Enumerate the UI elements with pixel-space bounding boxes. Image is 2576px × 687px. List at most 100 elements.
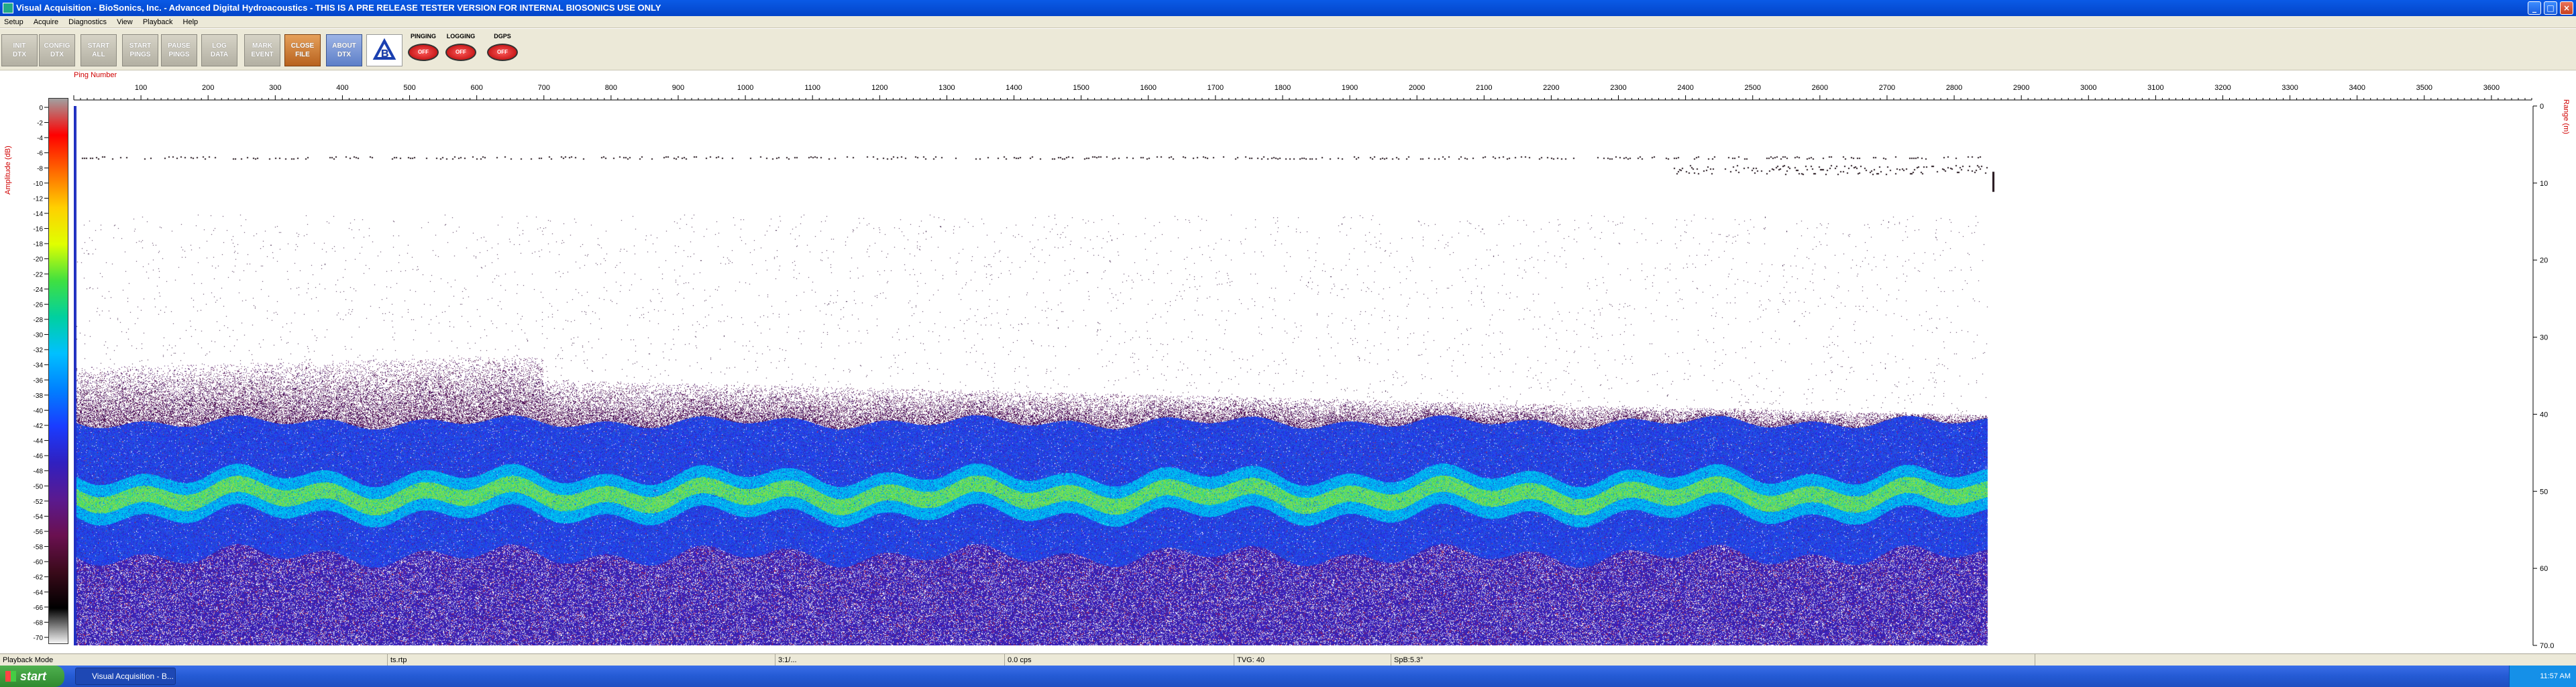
- ping-tick-label: 3200: [2214, 84, 2231, 92]
- ping-tick-label: 3400: [2349, 84, 2365, 92]
- taskbar-app-visual-acquisition[interactable]: Visual Acquisition - B...: [75, 668, 176, 685]
- log-data-button[interactable]: LOG DATA: [201, 34, 237, 66]
- amplitude-tick-label: -18: [34, 241, 44, 248]
- ping-tick-label: 3100: [2147, 84, 2163, 92]
- ping-tick-label: 3500: [2416, 84, 2432, 92]
- echogram-display[interactable]: [74, 106, 2532, 645]
- menu-playback[interactable]: Playback: [139, 16, 177, 28]
- range-axis: 0 10 20 30 40 50 60 70.0: [2532, 103, 2554, 648]
- amplitude-tick-label: -46: [34, 453, 44, 460]
- ping-tick-label: 2700: [1879, 84, 1895, 92]
- amplitude-tick-label: -28: [34, 317, 44, 324]
- init-dtx-button[interactable]: INIT DTX: [1, 34, 38, 66]
- range-tick-label: 40: [2540, 411, 2548, 419]
- ping-tick-label: 1300: [938, 84, 955, 92]
- taskbar: start Visual Acquisition - B... 11:57 AM: [0, 666, 2576, 687]
- menu-diagnostics[interactable]: Diagnostics: [64, 16, 111, 28]
- dgps-indicator: DGPS OFF: [484, 33, 521, 68]
- minimize-button[interactable]: _: [2528, 1, 2541, 15]
- ping-tick-label: 3000: [2080, 84, 2096, 92]
- ping-tick-label: 300: [269, 84, 281, 92]
- title-bar: Visual Acquisition - BioSonics, Inc. - A…: [0, 0, 2576, 16]
- toolbar: INIT DTX CONFIG DTX START ALL START PINGS PA…: [0, 29, 2576, 70]
- menu-setup[interactable]: Setup: [0, 16, 28, 28]
- range-tick-label: 50: [2540, 488, 2548, 496]
- ping-tick-label: 100: [135, 84, 147, 92]
- range-tick-label: 70.0: [2540, 642, 2554, 648]
- ping-tick-label: 400: [336, 84, 348, 92]
- about-dtx-button[interactable]: ABOUT DTX: [326, 34, 362, 66]
- amplitude-tick-label: -64: [34, 589, 44, 596]
- amplitude-tick-label: -56: [34, 529, 44, 536]
- ping-tick-label: 1400: [1006, 84, 1022, 92]
- ping-tick-label: 3600: [2483, 84, 2500, 92]
- ping-tick-label: 1800: [1275, 84, 1291, 92]
- ping-tick-label: 2000: [1409, 84, 1425, 92]
- amplitude-tick-label: -52: [34, 498, 44, 506]
- maximize-button[interactable]: □: [2544, 1, 2557, 15]
- menu-acquire[interactable]: Acquire: [30, 16, 62, 28]
- ping-axis: 100 200 300 400 500 600 700 800 900 1000 1100 1200 1…: [73, 84, 2532, 101]
- amplitude-scale-ticks: 0 -2 -4 -6 -8 -10 -12 -14 -16 -18 -20 -22 -24 -26 -28 -…: [34, 105, 48, 642]
- close-file-button[interactable]: CLOSE FILE: [284, 34, 321, 66]
- ping-tick-label: 2800: [1946, 84, 1962, 92]
- status-tvg: TVG: 40: [1234, 654, 1391, 666]
- ping-tick-label: 2600: [1812, 84, 1828, 92]
- ping-tick-label: 2400: [1677, 84, 1693, 92]
- amplitude-tick-label: -4: [37, 135, 43, 142]
- ping-tick-label: 800: [605, 84, 617, 92]
- amplitude-tick-label: -10: [34, 180, 44, 188]
- biosonics-logo-icon[interactable]: B: [366, 34, 402, 66]
- amplitude-tick-label: -32: [34, 347, 44, 354]
- start-pings-button[interactable]: START PINGS: [122, 34, 158, 66]
- ping-tick-label: 200: [202, 84, 214, 92]
- ping-tick-label: 3300: [2282, 84, 2298, 92]
- pause-pings-button[interactable]: PAUSE PINGS: [161, 34, 197, 66]
- menu-help[interactable]: Help: [179, 16, 203, 28]
- amplitude-gradient: [49, 99, 68, 643]
- status-rate: 0.0 cps: [1005, 654, 1234, 666]
- amplitude-tick-label: -2: [37, 120, 43, 127]
- amplitude-tick-label: -40: [34, 407, 44, 415]
- amplitude-tick-label: -24: [34, 286, 44, 294]
- amplitude-tick-label: -62: [34, 574, 44, 582]
- close-button[interactable]: ×: [2560, 1, 2573, 15]
- amplitude-tick-label: -12: [34, 195, 44, 203]
- amplitude-tick-label: -6: [37, 150, 43, 158]
- start-all-button[interactable]: START ALL: [80, 34, 117, 66]
- amplitude-tick-label: -50: [34, 483, 44, 490]
- mark-event-button[interactable]: MARK EVENT: [244, 34, 280, 66]
- ping-tick-label: 1200: [871, 84, 888, 92]
- biosonics-logo-icon: B: [372, 38, 396, 60]
- amplitude-tick-label: -68: [34, 619, 44, 627]
- range-tick-label: 60: [2540, 565, 2548, 573]
- clock: 11:57 AM: [2540, 672, 2571, 680]
- amplitude-tick-label: -58: [34, 544, 44, 551]
- ping-tick-label: 1600: [1140, 84, 1157, 92]
- ping-tick-label: 600: [470, 84, 482, 92]
- status-time: 3:1/...: [775, 654, 1005, 666]
- ping-tick-label: 2300: [1610, 84, 1626, 92]
- amplitude-tick-label: -30: [34, 332, 44, 339]
- menu-view[interactable]: View: [113, 16, 137, 28]
- config-dtx-button[interactable]: CONFIG DTX: [39, 34, 75, 66]
- amplitude-tick-label: -42: [34, 423, 44, 430]
- ping-tick-label: 1900: [1342, 84, 1358, 92]
- svg-text:B: B: [381, 48, 389, 60]
- status-spb: SpB:5.3°: [1391, 654, 2035, 666]
- window-title: Visual Acquisition - BioSonics, Inc. - A…: [16, 3, 661, 13]
- amplitude-tick-label: -22: [34, 271, 44, 278]
- pinging-indicator: PINGING OFF: [405, 33, 441, 68]
- amplitude-tick-label: -66: [34, 604, 44, 612]
- status-file: ts.rtp: [388, 654, 775, 666]
- ping-tick-label: 1000: [737, 84, 753, 92]
- amplitude-tick-label: -70: [34, 635, 44, 642]
- pinging-status-lamp: OFF: [408, 44, 439, 61]
- range-tick-label: 0: [2540, 103, 2544, 111]
- dgps-status-lamp: OFF: [487, 44, 518, 61]
- status-mode: Playback Mode: [0, 654, 388, 666]
- status-bar: Playback Mode ts.rtp 3:1/... 0.0 cps TVG…: [0, 653, 2576, 666]
- amplitude-tick-label: -44: [34, 438, 44, 445]
- range-tick-label: 30: [2540, 334, 2548, 342]
- ping-tick-label: 1500: [1073, 84, 1089, 92]
